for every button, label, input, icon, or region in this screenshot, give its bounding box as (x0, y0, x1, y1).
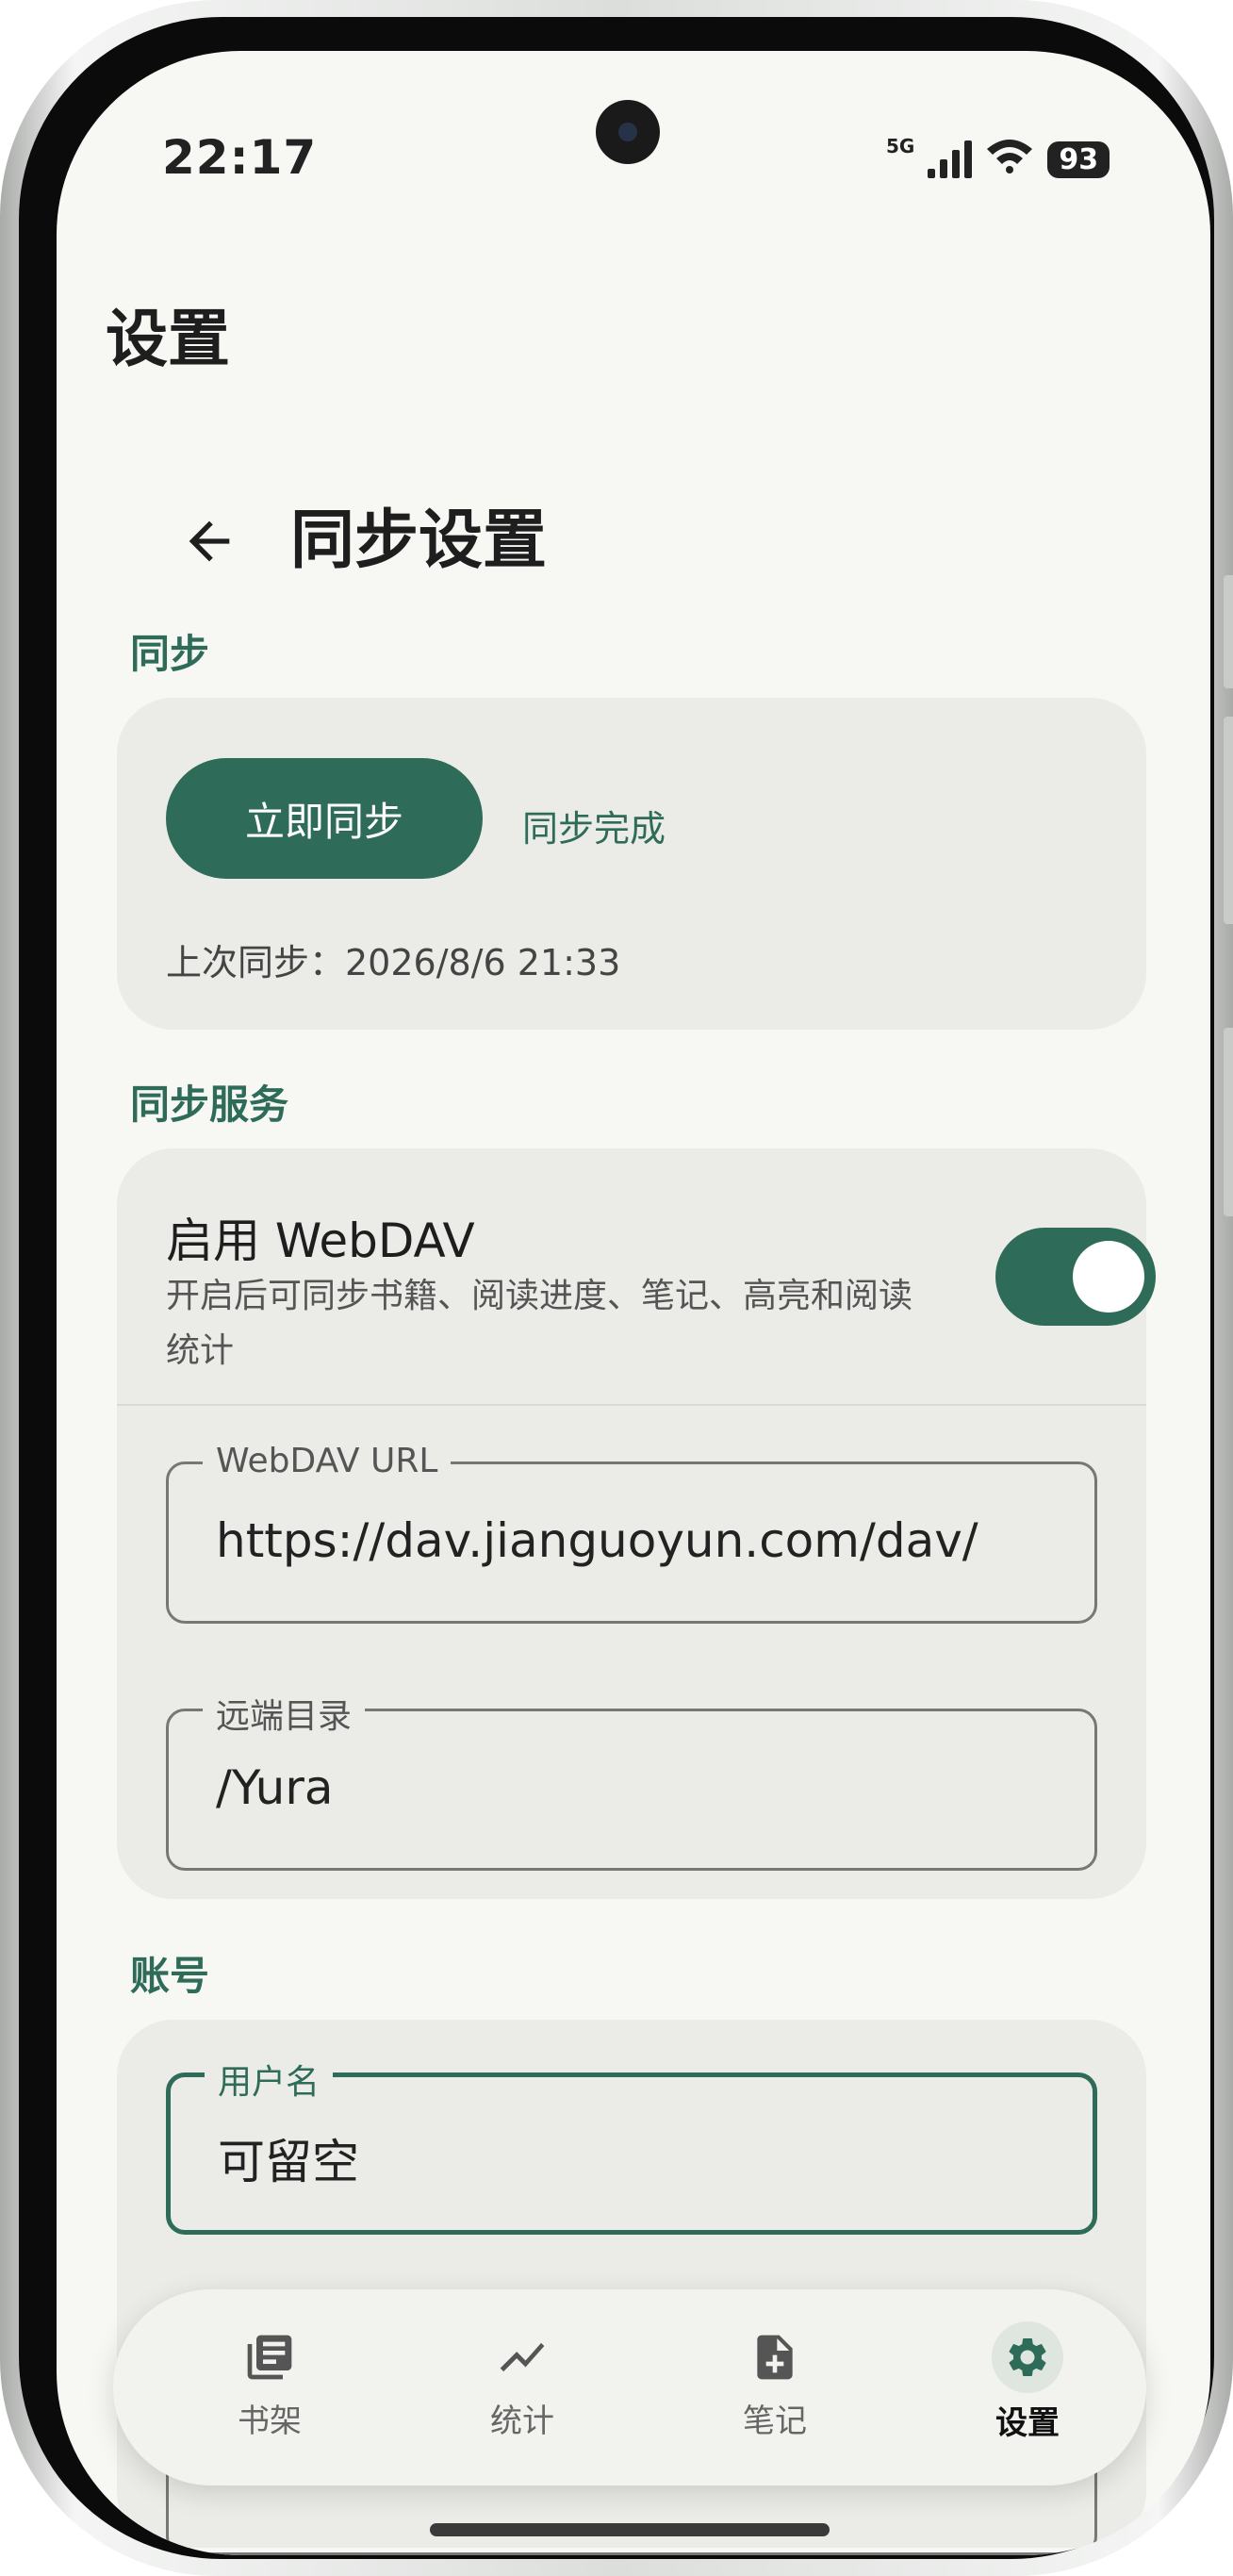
sync-now-button[interactable]: 立即同步 (166, 758, 483, 879)
note-add-icon (699, 2323, 850, 2391)
signal-icon (928, 140, 973, 178)
bottom-nav: 书架 统计 笔记 设置 (113, 2289, 1146, 2485)
field-label: 用户名 (205, 2055, 334, 2104)
username-field[interactable]: 用户名 可留空 (166, 2055, 1097, 2235)
page-title: 同步设置 (290, 504, 548, 578)
wifi-icon (985, 136, 1034, 183)
front-camera (596, 100, 660, 164)
webdav-toggle-title: 启用 WebDAV (166, 1214, 475, 1268)
device-bezel: 22:17 5G 93 设置 同步设置 同步 立即同步 同步完成 上次同步：20… (19, 17, 1214, 2559)
home-indicator (430, 2523, 830, 2536)
screen: 22:17 5G 93 设置 同步设置 同步 立即同步 同步完成 上次同步：20… (57, 51, 1210, 2555)
sync-status-text: 同步完成 (522, 808, 666, 850)
back-button[interactable] (162, 494, 256, 588)
section-label-service: 同步服务 (130, 1082, 289, 1128)
chart-icon (447, 2323, 598, 2391)
nav-label: 统计 (490, 2403, 554, 2440)
remote-dir-field[interactable]: 远端目录 /Yura (166, 1689, 1097, 1871)
power-button (1224, 1028, 1233, 1216)
status-icons: 5G 93 (886, 135, 1110, 183)
remote-dir-input[interactable]: /Yura (216, 1760, 334, 1815)
field-label: 远端目录 (203, 1689, 366, 1738)
volume-button (1224, 717, 1233, 924)
nav-label: 笔记 (743, 2403, 807, 2440)
divider (117, 1404, 1146, 1406)
section-label-account: 账号 (130, 1953, 210, 1999)
webdav-toggle-description: 开启后可同步书籍、阅读进度、笔记、高亮和阅读统计 (166, 1277, 913, 1370)
section-label-sync: 同步 (130, 631, 210, 677)
webdav-switch[interactable] (995, 1228, 1156, 1326)
library-icon (194, 2323, 345, 2391)
status-time: 22:17 (162, 130, 318, 185)
nav-item-stats[interactable]: 统计 (447, 2323, 598, 2441)
nav-item-library[interactable]: 书架 (194, 2323, 345, 2441)
webdav-url-field[interactable]: WebDAV URL https://dav.jianguoyun.com/da… (166, 1442, 1097, 1624)
webdav-url-input[interactable]: https://dav.jianguoyun.com/dav/ (216, 1513, 978, 1568)
last-sync-time: 上次同步：2026/8/6 21:33 (166, 942, 621, 983)
app-title: 设置 (106, 303, 230, 375)
gear-icon (992, 2321, 1063, 2393)
arrow-back-icon (189, 520, 230, 562)
username-input[interactable]: 可留空 (218, 2124, 359, 2192)
field-label: WebDAV URL (203, 1442, 452, 1480)
nav-label: 设置 (995, 2404, 1060, 2442)
device-frame: 22:17 5G 93 设置 同步设置 同步 立即同步 同步完成 上次同步：20… (0, 0, 1233, 2576)
battery-indicator: 93 (1047, 140, 1110, 178)
nav-label: 书架 (238, 2403, 302, 2440)
nav-item-notes[interactable]: 笔记 (699, 2323, 850, 2441)
sync-card: 立即同步 同步完成 上次同步：2026/8/6 21:33 (117, 698, 1146, 1030)
network-type: 5G (886, 135, 915, 157)
switch-knob (1073, 1241, 1144, 1313)
volume-button (1224, 575, 1233, 688)
nav-item-settings[interactable]: 设置 (952, 2321, 1103, 2443)
service-card: 启用 WebDAV 开启后可同步书籍、阅读进度、笔记、高亮和阅读统计 WebDA… (117, 1148, 1156, 1899)
